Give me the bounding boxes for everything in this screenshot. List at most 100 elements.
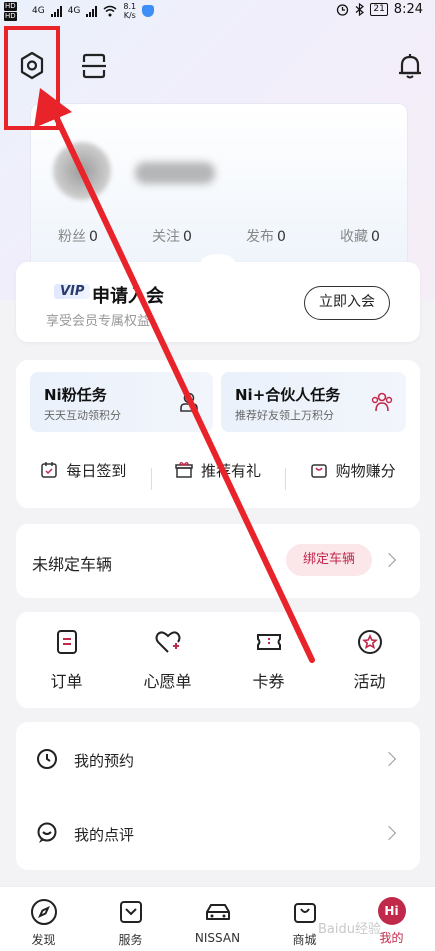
status-bar: HD HD 4G 4G 8.1 K/s 21 8:24	[0, 0, 435, 24]
nav-label: 服务	[118, 933, 143, 947]
task-title: Ni粉任务	[44, 386, 107, 404]
list-item-reviews[interactable]: 我的点评	[16, 796, 420, 870]
compass-icon	[30, 899, 57, 925]
daily-checkin-button[interactable]: 每日签到	[16, 460, 151, 481]
nav-discover[interactable]: 发现	[0, 887, 87, 951]
stat-followers[interactable]: 粉丝 0	[31, 226, 125, 246]
shortcut-coupons[interactable]: 卡券	[218, 612, 319, 708]
annotation-highlight-box	[4, 26, 60, 130]
shortcut-label: 心愿单	[143, 672, 192, 691]
vehicle-label: 未绑定车辆	[32, 555, 113, 574]
clock: 8:24	[393, 2, 423, 17]
vip-subtitle: 享受会员专属权益	[46, 314, 151, 329]
avatar[interactable]	[53, 142, 111, 200]
list-item-label: 我的预约	[74, 752, 135, 770]
partner-task-card[interactable]: Ni+合伙人任务 推荐好友领上万积分	[221, 372, 406, 432]
vip-title: 申请入会	[92, 286, 164, 307]
nav-label: 发现	[31, 933, 56, 947]
chevron-right-icon	[381, 751, 397, 767]
signal-icon	[50, 5, 62, 17]
shortcut-label: 卡券	[252, 672, 285, 691]
bind-vehicle-button[interactable]: 绑定车辆	[286, 544, 372, 576]
comment-icon	[37, 822, 57, 843]
card-notch	[201, 254, 235, 270]
order-icon	[56, 630, 77, 654]
status-left: HD HD 4G 4G 8.1 K/s	[4, 2, 155, 21]
shield-icon	[142, 5, 155, 17]
profile-stats: 粉丝 0 关注 0 发布 0 收藏 0	[31, 226, 407, 246]
gift-icon	[175, 462, 193, 478]
service-icon	[119, 901, 142, 923]
stat-label: 发布	[246, 229, 275, 245]
quick-actions: 每日签到 推荐有礼 购物赚分	[16, 450, 420, 490]
shortcut-label: 订单	[50, 672, 83, 691]
shortcut-activities[interactable]: 活动	[319, 612, 420, 708]
stat-following[interactable]: 关注 0	[125, 226, 219, 246]
hd-icons: HD HD	[4, 2, 17, 22]
shortcut-orders[interactable]: 订单	[16, 612, 117, 708]
quick-label: 推荐有礼	[201, 461, 262, 480]
quick-label: 购物赚分	[335, 461, 396, 480]
clock-icon	[37, 749, 57, 769]
wifi-icon	[103, 5, 117, 17]
list-item-label: 我的点评	[74, 826, 135, 844]
list-card: 我的预约 我的点评	[16, 722, 420, 870]
stat-value: 0	[89, 229, 98, 245]
chevron-right-icon	[381, 825, 397, 841]
speed-value: 8.1	[123, 2, 137, 11]
shortcuts-card: 订单 心愿单 卡券 活动	[16, 612, 420, 708]
nav-service[interactable]: 服务	[87, 887, 174, 951]
profile-card[interactable]: 粉丝 0 关注 0 发布 0 收藏 0	[30, 103, 408, 273]
vehicle-card[interactable]: 未绑定车辆 绑定车辆	[16, 524, 420, 598]
group-icon	[371, 392, 393, 412]
car-icon	[205, 904, 230, 920]
speed-unit: K/s	[123, 11, 136, 20]
bell-icon[interactable]	[396, 50, 424, 82]
stat-favorites[interactable]: 收藏 0	[313, 226, 407, 246]
task-subtitle: 天天互动领积分	[44, 409, 121, 422]
bluetooth-icon	[355, 3, 365, 16]
battery-icon: 21	[370, 3, 388, 16]
shop-earn-button[interactable]: 购物赚分	[285, 460, 420, 490]
stat-value: 0	[183, 229, 192, 245]
signal-icon	[86, 5, 98, 17]
quick-label: 每日签到	[66, 461, 127, 480]
stat-value: 0	[277, 229, 286, 245]
fan-task-card[interactable]: Ni粉任务 天天互动领积分	[30, 372, 213, 432]
list-item-appointments[interactable]: 我的预约	[16, 722, 420, 796]
net-label: 4G	[32, 6, 45, 16]
shortcut-wishlist[interactable]: 心愿单	[117, 612, 218, 708]
heart-plus-icon	[155, 631, 180, 653]
ticket-icon	[256, 634, 281, 650]
star-badge-icon	[357, 630, 382, 654]
join-button[interactable]: 立即入会	[304, 286, 390, 320]
shopping-bag-icon	[310, 464, 327, 478]
vip-card: VIP 申请入会 享受会员专属权益 立即入会	[16, 254, 420, 342]
hd-icon: HD	[4, 2, 17, 11]
shortcut-label: 活动	[353, 672, 386, 691]
referral-button[interactable]: 推荐有礼	[150, 460, 286, 490]
calendar-icon	[41, 462, 58, 478]
stat-label: 关注	[152, 229, 181, 245]
alarm-icon	[337, 4, 349, 16]
stat-label: 粉丝	[58, 229, 87, 245]
tasks-card: Ni粉任务 天天互动领积分 Ni+合伙人任务 推荐好友领上万积分 每日签到 推荐…	[16, 360, 420, 508]
nav-label: NISSAN	[194, 931, 241, 945]
scan-icon[interactable]	[80, 50, 108, 82]
stat-label: 收藏	[340, 229, 369, 245]
shopping-bag-icon	[293, 903, 316, 923]
stat-value: 0	[371, 229, 380, 245]
hd-icon: HD	[4, 12, 17, 21]
nav-label: 商城	[292, 933, 317, 947]
nav-label: 我的	[379, 931, 404, 945]
watermark: Baidu经验	[318, 922, 381, 937]
task-title: Ni+合伙人任务	[235, 386, 341, 404]
nav-nissan[interactable]: NISSAN	[174, 887, 261, 951]
chevron-right-icon[interactable]	[381, 552, 397, 568]
task-subtitle: 推荐好友领上万积分	[235, 409, 334, 422]
stat-posts[interactable]: 发布 0	[219, 226, 313, 246]
status-right: 21 8:24	[336, 2, 423, 17]
username-blurred	[135, 162, 215, 184]
user-icon	[180, 392, 198, 412]
vip-badge: VIP	[54, 284, 91, 299]
